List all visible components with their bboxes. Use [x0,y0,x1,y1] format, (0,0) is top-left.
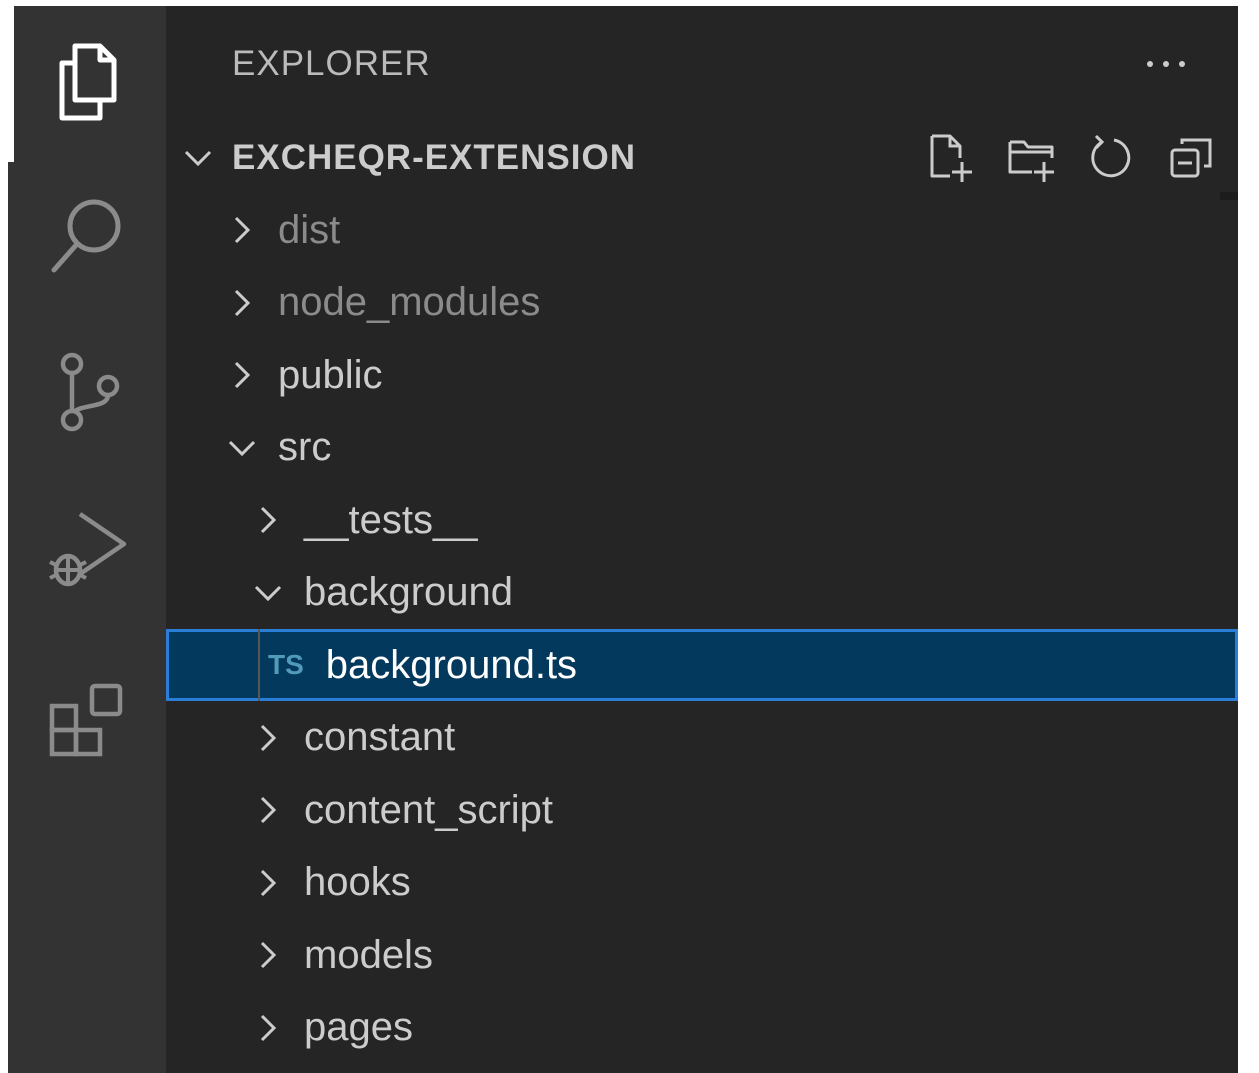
chevron-down-icon [222,428,262,468]
files-icon [59,43,117,121]
indent-guide [258,629,260,701]
scroll-shadow [1220,192,1238,200]
tree-folder-row[interactable]: __tests__ [166,484,1238,556]
chevron-right-icon [248,790,288,830]
chevron-right-icon [222,283,262,323]
search-icon [51,199,121,273]
extensions-icon [49,683,123,757]
new-file-icon[interactable] [926,132,978,184]
tree-folder-row[interactable]: src [166,412,1238,484]
sidebar-title: EXPLORER [232,44,431,83]
activity-bar [8,6,166,1073]
tree-item-label: hooks [304,860,411,904]
chevron-right-icon [248,718,288,758]
tree-folder-row[interactable]: dist [166,194,1238,266]
tree-folder-row[interactable]: constant [166,702,1238,774]
run-debug-activity[interactable] [8,476,166,626]
tree-item-label: pages [304,1005,413,1049]
tree-item-label: src [278,425,332,469]
chevron-right-icon [248,863,288,903]
chevron-down-icon [248,573,288,613]
tree-item-label: models [304,932,433,977]
source-control-icon [60,352,120,432]
chevron-right-icon [222,210,262,250]
explorer-sidebar: EXPLORER EXCHEQR-EXTENSION dist node_mod… [166,6,1238,1073]
chevron-right-icon [248,1008,288,1048]
tree-folder-row[interactable]: hooks [166,847,1238,919]
ellipsis-icon[interactable] [1136,42,1196,86]
tree-item-label: background.ts [325,642,578,687]
workspace-name: EXCHEQR-EXTENSION [232,138,636,177]
tree-item-label: node_modules [278,280,541,324]
tree-item-label: background [304,570,514,614]
tree-item-label: public [278,352,383,397]
tree-folder-row[interactable]: node_modules [166,267,1238,339]
refresh-icon[interactable] [1086,132,1138,184]
tree-folder-row[interactable]: pages [166,992,1238,1064]
collapse-all-icon[interactable] [1166,132,1218,184]
source-control-activity[interactable] [8,316,166,466]
tree-folder-row[interactable]: public [166,339,1238,411]
explorer-activity[interactable] [8,6,166,162]
section-toolbar [926,122,1218,194]
tree-item-label: content_script [304,787,554,832]
workspace-section-header[interactable]: EXCHEQR-EXTENSION [166,122,1238,194]
chevron-down-icon [178,138,218,178]
tree-folder-row[interactable]: background [166,557,1238,629]
tree-folder-row[interactable]: models [166,919,1238,991]
vscode-window: EXPLORER EXCHEQR-EXTENSION dist node_mod… [0,0,1259,1073]
tree-item-label: dist [278,207,341,252]
extensions-activity[interactable] [8,646,166,796]
search-activity[interactable] [8,162,166,312]
chevron-right-icon [248,500,288,540]
tree-item-label: __tests__ [304,497,478,542]
run-debug-icon [49,512,127,587]
typescript-file-icon: TS [268,649,304,680]
tree-item-label: constant [304,715,456,759]
new-folder-icon[interactable] [1006,132,1058,184]
chevron-right-icon [248,935,288,975]
tree-file-row[interactable]: TS background.ts [166,629,1238,701]
tree-folder-row[interactable]: content_script [166,774,1238,846]
chevron-right-icon [222,355,262,395]
